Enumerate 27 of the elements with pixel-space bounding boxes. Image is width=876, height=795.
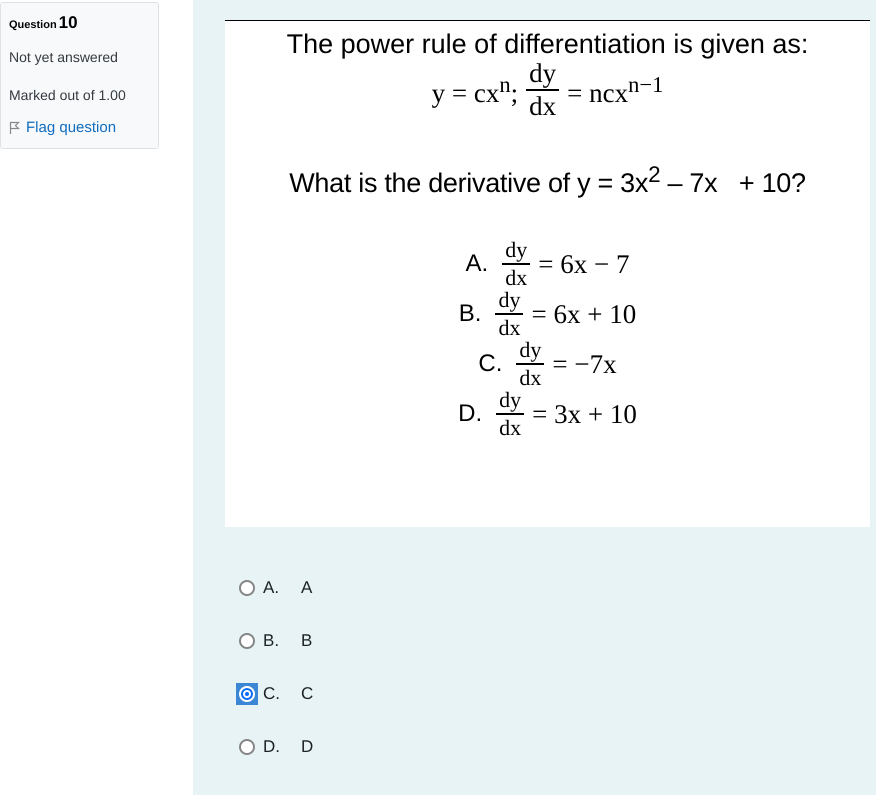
fraction: dy dx	[526, 60, 560, 120]
flag-icon	[9, 120, 20, 134]
formula-text: = 6x + 10	[531, 298, 636, 330]
answer-option[interactable]: C. C	[239, 683, 870, 705]
formula-text: = 3x + 10	[532, 398, 637, 430]
choice-label: D.	[458, 400, 482, 428]
status-text: Not yet answered	[9, 48, 119, 67]
formula-text: = −7x	[552, 348, 617, 380]
answer-option[interactable]: A. A	[239, 577, 870, 599]
formula-text: = 6x − 7	[538, 248, 630, 280]
radio-button[interactable]	[239, 739, 255, 755]
choice-label: A.	[466, 250, 488, 278]
flag-question-link[interactable]: Flag question	[9, 119, 116, 136]
choice-label: C.	[478, 350, 502, 378]
choice-label: B.	[458, 300, 482, 328]
marks-text: Marked out of 1.00	[9, 86, 127, 105]
answer-option[interactable]: B. B	[239, 630, 870, 652]
question-prompt: What is the derivative of y = 3x$^{2}$ – 7x + 10?	[289, 162, 806, 199]
fraction: dy dx	[496, 389, 524, 439]
formula-text: y = cx$^{n}$;	[432, 72, 518, 108]
radio-button[interactable]	[239, 580, 255, 596]
answer-option[interactable]: D. D	[239, 736, 870, 758]
radio-button[interactable]	[239, 633, 255, 649]
question-heading: The power rule of differentiation is given as:	[286, 29, 808, 60]
question-number: 10	[58, 13, 78, 33]
formula-text: = ncx$^{n−1}$	[567, 72, 664, 108]
question-label: Question	[9, 19, 57, 31]
